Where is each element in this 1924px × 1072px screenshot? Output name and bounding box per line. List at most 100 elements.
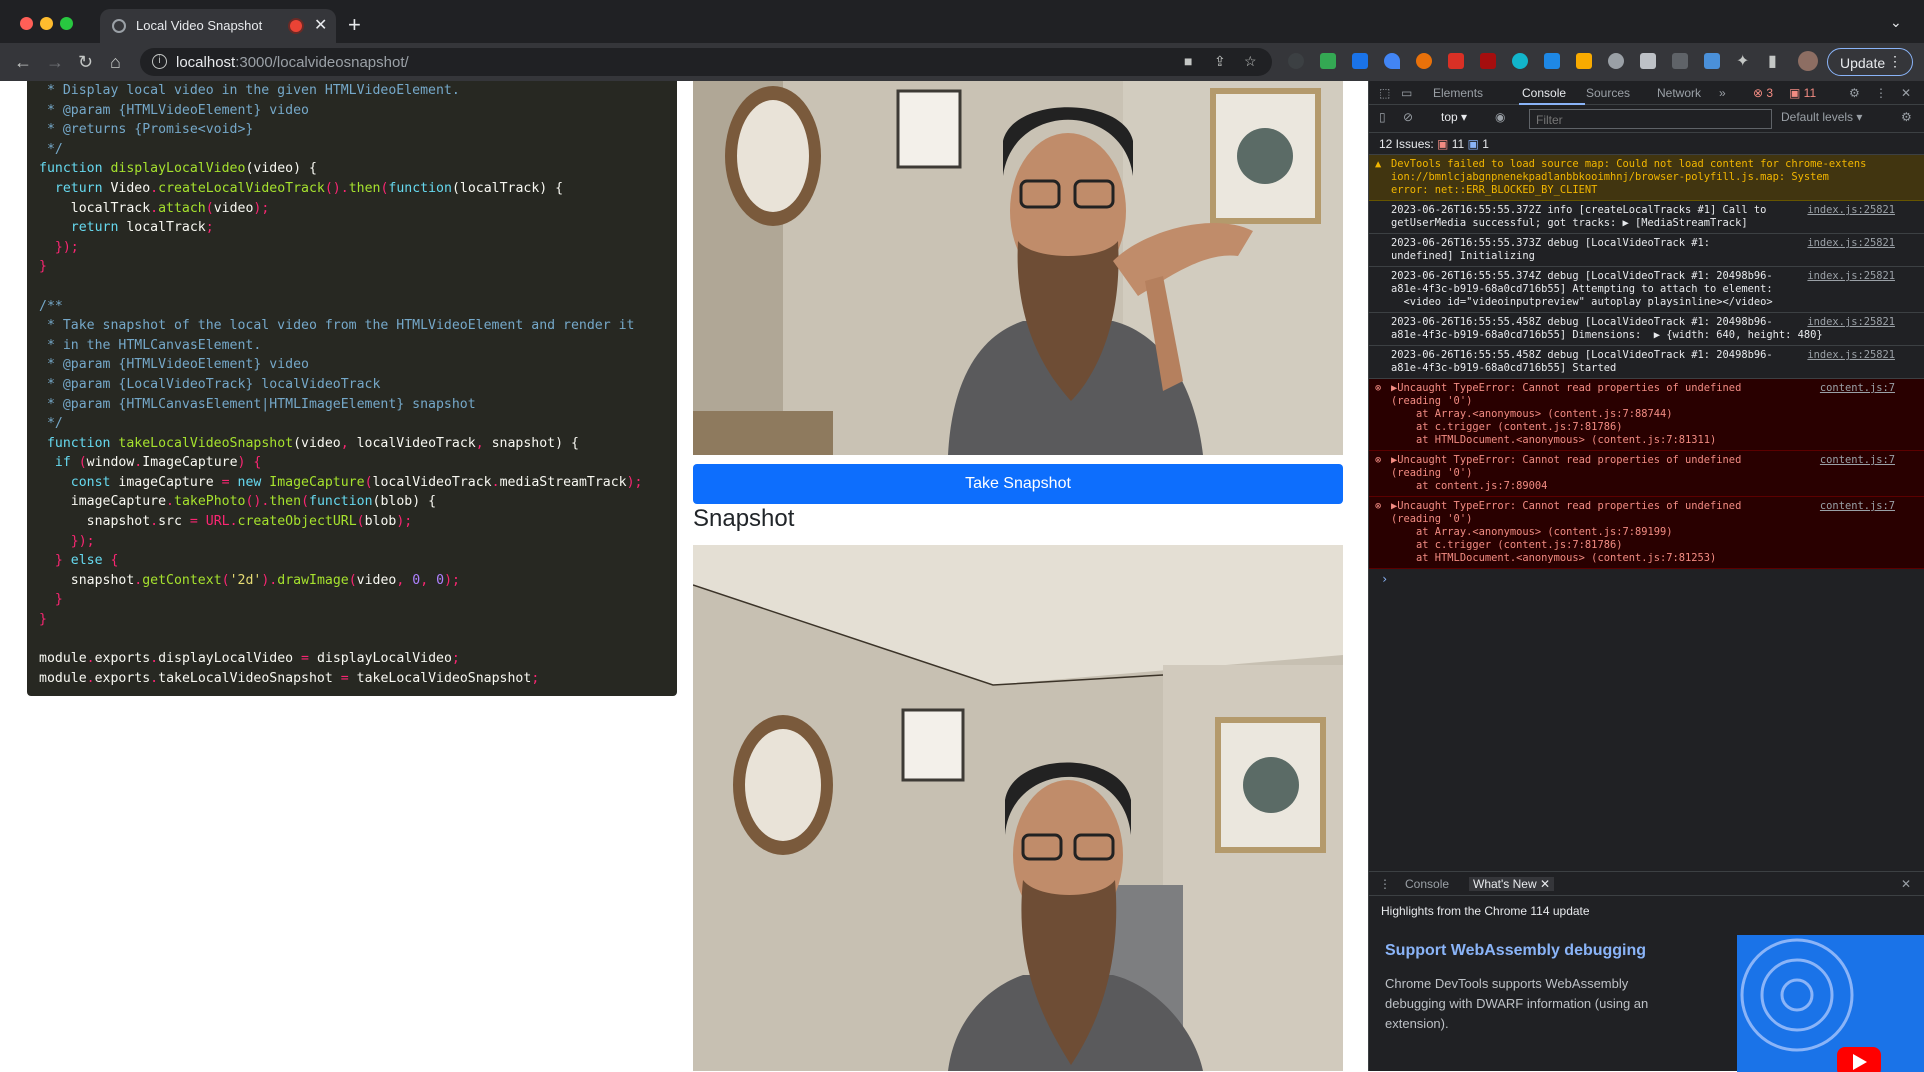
source-link[interactable]: content.js:7 bbox=[1820, 500, 1895, 513]
camera-icon[interactable]: ■ bbox=[1184, 53, 1192, 69]
browser-tab[interactable]: Local Video Snapshot ✕ bbox=[100, 9, 336, 43]
tab-network[interactable]: Network bbox=[1657, 86, 1701, 100]
console-prompt[interactable]: › bbox=[1369, 569, 1924, 586]
console-log-message[interactable]: 2023-06-26T16:55:55.458Z debug [LocalVid… bbox=[1369, 346, 1924, 379]
console-log-message[interactable]: 2023-06-26T16:55:55.374Z debug [LocalVid… bbox=[1369, 267, 1924, 313]
console-settings-icon[interactable]: ⚙ bbox=[1901, 110, 1912, 124]
code-line: * @param {HTMLCanvasElement|HTMLImageEle… bbox=[39, 396, 476, 412]
code-line: * @returns {Promise<void>} bbox=[39, 122, 254, 138]
code-line: * Display local video in the given HTMLV… bbox=[39, 83, 460, 98]
source-link[interactable]: index.js:25821 bbox=[1807, 270, 1895, 283]
whats-new-highlights: Highlights from the Chrome 114 update bbox=[1381, 904, 1590, 918]
close-tab-icon[interactable]: ✕ bbox=[314, 15, 327, 35]
console-filter-input[interactable] bbox=[1529, 109, 1772, 129]
back-icon[interactable]: ← bbox=[14, 52, 32, 72]
code-line: const imageCapture = new ImageCapture(lo… bbox=[39, 474, 643, 490]
device-toolbar-icon[interactable]: ▭ bbox=[1401, 86, 1412, 100]
drawer-tab-console[interactable]: Console bbox=[1405, 877, 1449, 891]
whats-new-title[interactable]: Support WebAssembly debugging bbox=[1385, 942, 1646, 960]
page-content: * Display local video in the given HTMLV… bbox=[0, 81, 1368, 1071]
console-log-message[interactable]: 2023-06-26T16:55:55.372Z info [createLoc… bbox=[1369, 201, 1924, 234]
inspect-element-icon[interactable]: ⬚ bbox=[1379, 86, 1390, 100]
tab-search-icon[interactable]: ⌄ bbox=[1890, 14, 1902, 31]
console-message-text: ▶Uncaught TypeError: Cannot read propert… bbox=[1391, 454, 1742, 492]
extension-icon-5[interactable] bbox=[1416, 53, 1432, 69]
new-tab-button[interactable]: + bbox=[348, 12, 361, 38]
extension-icon-13[interactable] bbox=[1672, 53, 1688, 69]
eye-icon[interactable]: ◉ bbox=[1495, 110, 1505, 124]
tab-console[interactable]: Console bbox=[1522, 86, 1566, 100]
extension-icon-8[interactable] bbox=[1512, 53, 1528, 69]
more-options-icon[interactable]: ⋮ bbox=[1875, 86, 1887, 100]
reload-icon[interactable]: ↻ bbox=[78, 52, 93, 72]
code-text: * Display local video in the given HTMLV… bbox=[39, 81, 677, 688]
console-error-message[interactable]: ⊗ ▶Uncaught TypeError: Cannot read proper… bbox=[1369, 451, 1924, 497]
drawer-tab-bar: ⋮ Console What's New ✕ ✕ bbox=[1369, 872, 1924, 896]
source-link[interactable]: content.js:7 bbox=[1820, 382, 1895, 395]
address-bar[interactable]: i localhost:3000/localvideosnapshot/ ■ ⇪… bbox=[140, 48, 1272, 76]
puzzle-icon[interactable]: ✦ bbox=[1736, 52, 1749, 72]
error-icon: ⊗ bbox=[1375, 454, 1382, 466]
extension-icon-12[interactable] bbox=[1640, 53, 1656, 69]
extension-icon-2[interactable] bbox=[1320, 53, 1336, 69]
source-link[interactable]: index.js:25821 bbox=[1807, 204, 1895, 217]
code-line: }); bbox=[39, 533, 95, 549]
drawer-tab-whats-new[interactable]: What's New ✕ bbox=[1469, 877, 1555, 891]
code-line: */ bbox=[39, 141, 63, 157]
extension-icon-9[interactable] bbox=[1544, 53, 1560, 69]
source-link[interactable]: content.js:7 bbox=[1820, 454, 1895, 467]
extension-icon-4[interactable] bbox=[1384, 53, 1400, 69]
extension-icon-1[interactable] bbox=[1288, 53, 1304, 69]
forward-icon[interactable]: → bbox=[46, 52, 64, 72]
source-link[interactable]: index.js:25821 bbox=[1807, 349, 1895, 362]
side-panel-icon[interactable]: ▮ bbox=[1768, 52, 1777, 72]
source-link[interactable]: index.js:25821 bbox=[1807, 316, 1895, 329]
code-line: localTrack.attach(video); bbox=[39, 200, 270, 216]
context-selector[interactable]: top ▾ bbox=[1441, 110, 1467, 124]
error-count-badge[interactable]: ⊗ 3 bbox=[1753, 86, 1773, 100]
console-toolbar: ▯ ⊘ top ▾ ◉ Default levels ▾ ⚙ bbox=[1369, 105, 1924, 133]
minimize-window-button[interactable] bbox=[40, 17, 53, 30]
local-video-preview bbox=[693, 81, 1343, 455]
close-devtools-icon[interactable]: ✕ bbox=[1901, 86, 1911, 100]
avatar[interactable] bbox=[1798, 51, 1818, 71]
tab-elements[interactable]: Elements bbox=[1433, 86, 1483, 100]
issues-bar[interactable]: 12 Issues: ▣ 11 ▣ 1 bbox=[1369, 133, 1924, 155]
console-log-message[interactable]: 2023-06-26T16:55:55.458Z debug [LocalVid… bbox=[1369, 313, 1924, 346]
close-window-button[interactable] bbox=[20, 17, 33, 30]
extension-icon-3[interactable] bbox=[1352, 53, 1368, 69]
code-line: snapshot.getContext('2d').drawImage(vide… bbox=[39, 572, 460, 588]
console-error-message[interactable]: ⊗ ▶Uncaught TypeError: Cannot read proper… bbox=[1369, 379, 1924, 451]
issue-count-badge[interactable]: ▣ 11 bbox=[1789, 86, 1816, 100]
update-button[interactable]: Update ⋮ bbox=[1827, 48, 1913, 76]
home-icon[interactable]: ⌂ bbox=[110, 52, 121, 72]
whats-new-video-thumbnail[interactable] bbox=[1737, 935, 1924, 1072]
close-drawer-icon[interactable]: ✕ bbox=[1901, 877, 1911, 891]
tab-title: Local Video Snapshot bbox=[136, 18, 263, 33]
more-tabs-icon[interactable]: » bbox=[1719, 86, 1726, 100]
console-message-text: DevTools failed to load source map: Coul… bbox=[1391, 158, 1867, 196]
take-snapshot-button[interactable]: Take Snapshot bbox=[693, 464, 1343, 504]
share-icon[interactable]: ⇪ bbox=[1214, 53, 1226, 70]
console-error-message[interactable]: ⊗ ▶Uncaught TypeError: Cannot read proper… bbox=[1369, 497, 1924, 569]
maximize-window-button[interactable] bbox=[60, 17, 73, 30]
menu-dots-icon[interactable]: ⋮ bbox=[1888, 53, 1902, 70]
bookmark-star-icon[interactable]: ☆ bbox=[1244, 53, 1257, 70]
extension-icon-11[interactable] bbox=[1608, 53, 1624, 69]
console-log-message[interactable]: 2023-06-26T16:55:55.373Z debug [LocalVid… bbox=[1369, 234, 1924, 267]
clear-console-icon[interactable]: ⊘ bbox=[1403, 110, 1413, 124]
drawer-menu-icon[interactable]: ⋮ bbox=[1379, 877, 1391, 891]
extension-icon-6[interactable] bbox=[1448, 53, 1464, 69]
settings-gear-icon[interactable]: ⚙ bbox=[1849, 86, 1860, 100]
console-warning-message[interactable]: ▲ DevTools failed to load source map: Cou… bbox=[1369, 155, 1924, 201]
tab-sources[interactable]: Sources bbox=[1586, 86, 1630, 100]
extension-icon-14[interactable] bbox=[1704, 53, 1720, 69]
site-info-icon[interactable]: i bbox=[152, 54, 167, 69]
extension-icon-10[interactable] bbox=[1576, 53, 1592, 69]
devtools-drawer: ⋮ Console What's New ✕ ✕ Highlights from… bbox=[1369, 871, 1924, 1072]
log-levels-dropdown[interactable]: Default levels ▾ bbox=[1781, 110, 1862, 124]
sidebar-toggle-icon[interactable]: ▯ bbox=[1379, 110, 1386, 124]
extension-icon-7[interactable] bbox=[1480, 53, 1496, 69]
tab-strip: Local Video Snapshot ✕ + ⌄ bbox=[0, 0, 1924, 43]
source-link[interactable]: index.js:25821 bbox=[1807, 237, 1895, 250]
